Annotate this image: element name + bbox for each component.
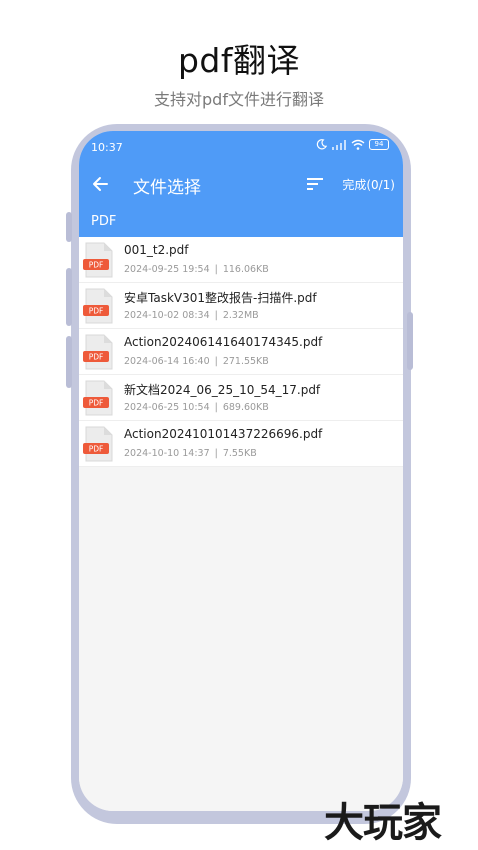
file-name: Action202406141640174345.pdf — [124, 335, 323, 349]
file-name: 001_t2.pdf — [124, 243, 189, 257]
wifi-icon — [351, 139, 365, 150]
file-date: 2024-10-10 14:37 — [124, 448, 210, 459]
file-name: 新文档2024_06_25_10_54_17.pdf — [124, 383, 321, 397]
file-meta: 2024-06-25 10:54 | 689.60KB — [124, 402, 269, 413]
battery-icon: 94 — [369, 139, 389, 150]
pdf-file-icon: PDF — [83, 334, 113, 370]
file-list-item[interactable]: PDF Action202410101437226696.pdf 2024-10… — [79, 421, 403, 467]
file-name: Action202410101437226696.pdf — [124, 427, 323, 441]
phone-side-button — [66, 212, 72, 242]
file-meta: 2024-10-02 08:34 | 2.32MB — [124, 310, 259, 321]
file-meta: 2024-09-25 19:54 | 116.06KB — [124, 264, 269, 275]
toolbar: 文件选择 完成(0/1) — [79, 161, 403, 207]
pdf-file-icon: PDF — [83, 288, 113, 324]
file-date: 2024-09-25 19:54 — [124, 264, 210, 275]
svg-text:PDF: PDF — [89, 353, 104, 362]
svg-text:PDF: PDF — [89, 399, 104, 408]
watermark-logo: 大玩家 — [324, 800, 442, 846]
file-date: 2024-06-25 10:54 — [124, 402, 210, 413]
pdf-file-icon: PDF — [83, 380, 113, 416]
file-list-item[interactable]: PDF Action202406141640174345.pdf 2024-06… — [79, 329, 403, 375]
promo-subtitle: 支持对pdf文件进行翻译 — [154, 90, 324, 109]
phone-screen: 10:37 94 文件选择 完成(0/1) PDF PDF 001_t2.pdf… — [79, 131, 403, 811]
pdf-file-icon: PDF — [83, 242, 113, 278]
file-name: 安卓TaskV301整改报告-扫描件.pdf — [124, 291, 317, 305]
svg-text:PDF: PDF — [89, 445, 104, 454]
file-meta: 2024-10-10 14:37 | 7.55KB — [124, 448, 257, 459]
status-icons: 94 — [316, 139, 389, 150]
page: pdf翻译 支持对pdf文件进行翻译 10:37 94 文件选择 完成(0/1)… — [0, 0, 478, 850]
file-size: 689.60KB — [222, 402, 269, 413]
breadcrumb-bar: PDF — [79, 207, 403, 237]
svg-text:PDF: PDF — [89, 261, 104, 270]
moon-icon — [316, 139, 327, 150]
arrow-left-icon[interactable] — [87, 170, 115, 198]
file-date: 2024-06-14 16:40 — [124, 356, 210, 367]
phone-power-button — [407, 312, 413, 370]
phone-side-button — [66, 268, 72, 326]
file-size: 116.06KB — [222, 264, 269, 275]
promo-title: pdf翻译 — [177, 41, 300, 80]
page-title: 文件选择 — [133, 178, 201, 198]
status-time: 10:37 — [91, 141, 123, 154]
breadcrumb[interactable]: PDF — [91, 214, 116, 229]
file-list-item[interactable]: PDF 安卓TaskV301整改报告-扫描件.pdf 2024-10-02 08… — [79, 283, 403, 329]
file-meta: 2024-06-14 16:40 | 271.55KB — [124, 356, 269, 367]
file-date: 2024-10-02 08:34 — [124, 310, 210, 321]
phone-side-button — [66, 336, 72, 388]
pdf-file-icon: PDF — [83, 426, 113, 462]
file-size: 2.32MB — [222, 310, 259, 321]
file-list: PDF 001_t2.pdf 2024-09-25 19:54 | 116.06KB… — [79, 237, 403, 811]
file-size: 271.55KB — [222, 356, 269, 367]
signal-icon — [332, 139, 346, 150]
done-button[interactable]: 完成(0/1) — [342, 176, 395, 193]
file-size: 7.55KB — [222, 448, 257, 459]
file-list-item[interactable]: PDF 001_t2.pdf 2024-09-25 19:54 | 116.06KB — [79, 237, 403, 283]
sort-icon[interactable] — [305, 174, 327, 194]
status-bar: 10:37 94 — [79, 131, 403, 161]
svg-text:PDF: PDF — [89, 307, 104, 316]
file-list-item[interactable]: PDF 新文档2024_06_25_10_54_17.pdf 2024-06-2… — [79, 375, 403, 421]
